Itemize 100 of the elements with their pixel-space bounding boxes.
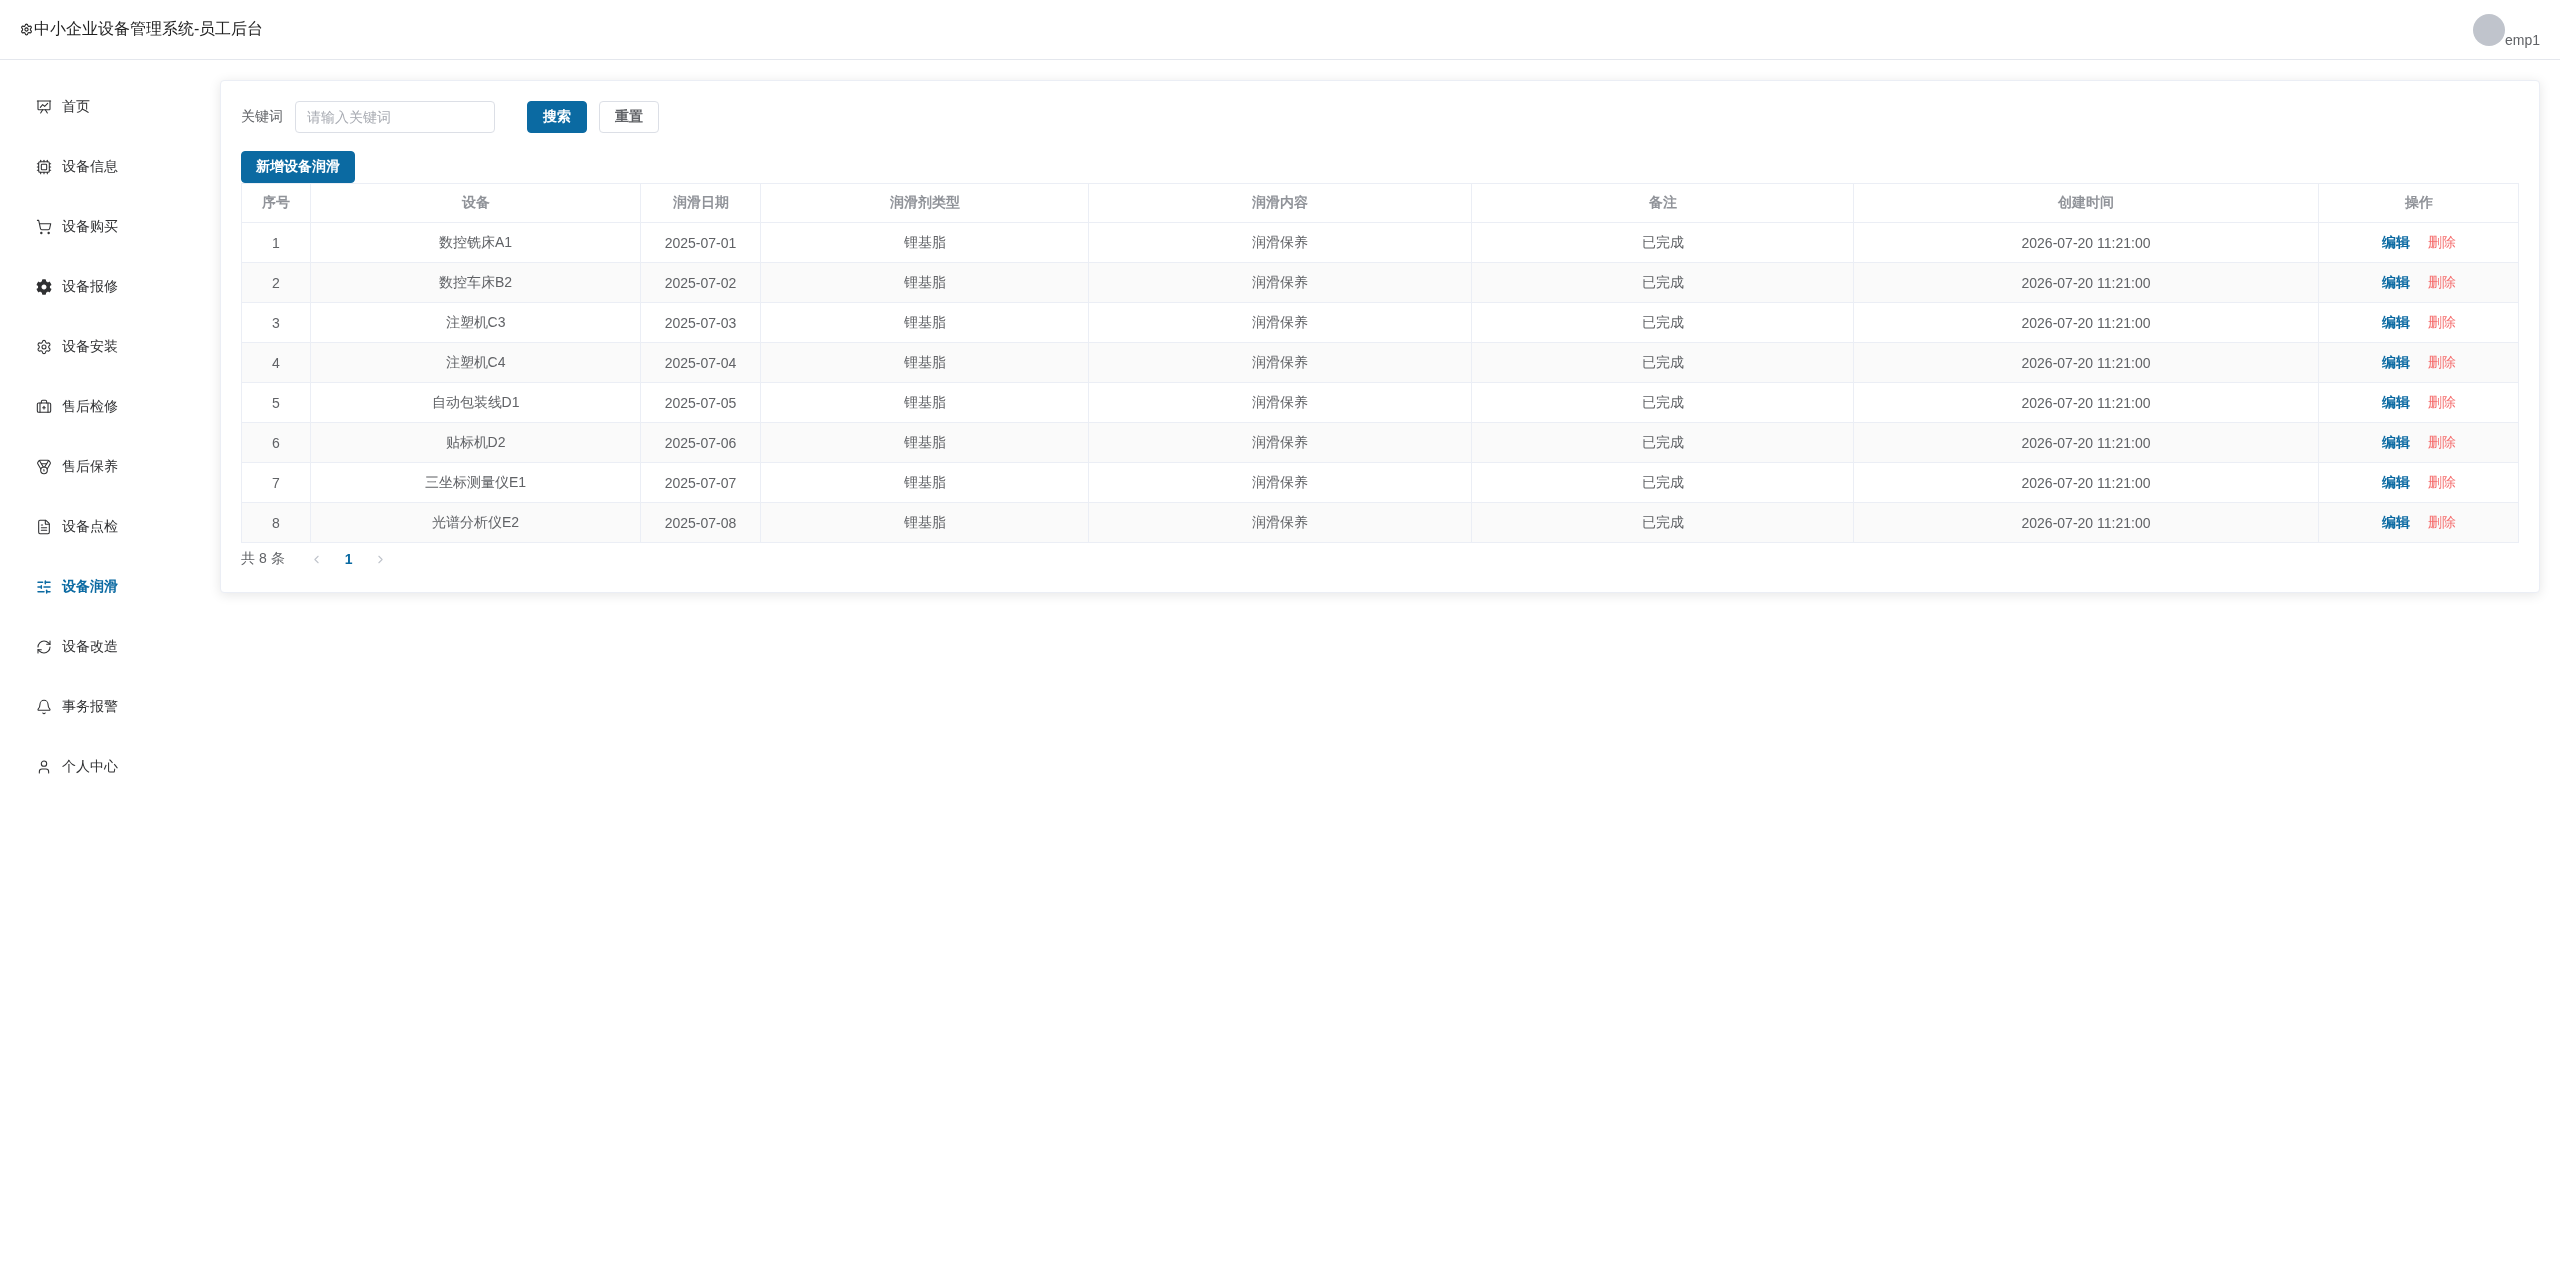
table-cell: 润滑保养 bbox=[1088, 502, 1472, 543]
table-cell: 2026-07-20 11:21:00 bbox=[1853, 302, 2319, 343]
table-cell: 数控车床B2 bbox=[310, 262, 641, 303]
sidebar-item[interactable]: 设备购买 bbox=[0, 197, 200, 257]
edit-link[interactable]: 编辑 bbox=[2381, 313, 2410, 332]
table-cell: 锂基脂 bbox=[760, 302, 1089, 343]
column-header: 操作 bbox=[2318, 183, 2519, 223]
delete-link[interactable]: 删除 bbox=[2427, 473, 2456, 492]
refresh-icon bbox=[36, 639, 52, 655]
sidebar-item[interactable]: 设备润滑 bbox=[0, 557, 200, 617]
edit-link[interactable]: 编辑 bbox=[2381, 273, 2410, 292]
app-title: 中小企业设备管理系统-员工后台 bbox=[34, 19, 264, 39]
column-header: 润滑剂类型 bbox=[760, 183, 1089, 223]
edit-link[interactable]: 编辑 bbox=[2381, 393, 2410, 412]
edit-link[interactable]: 编辑 bbox=[2381, 473, 2410, 492]
table-cell: 注塑机C3 bbox=[310, 302, 641, 343]
table-cell: 锂基脂 bbox=[760, 462, 1089, 503]
sidebar-item[interactable]: 设备信息 bbox=[0, 137, 200, 197]
table-cell: 2025-07-06 bbox=[640, 422, 761, 463]
sidebar-item[interactable]: 设备点检 bbox=[0, 497, 200, 557]
user-icon bbox=[36, 759, 52, 775]
table-cell: 6 bbox=[241, 422, 311, 463]
sidebar-item[interactable]: 设备改造 bbox=[0, 617, 200, 677]
table-cell: 2026-07-20 11:21:00 bbox=[1853, 462, 2319, 503]
table-cell: 5 bbox=[241, 382, 311, 423]
medal-icon bbox=[36, 459, 52, 475]
medical-kit-icon bbox=[36, 399, 52, 415]
column-header: 设备 bbox=[310, 183, 641, 223]
table-cell: 已完成 bbox=[1471, 502, 1854, 543]
sidebar-item[interactable]: 个人中心 bbox=[0, 737, 200, 797]
table-cell: 2026-07-20 11:21:00 bbox=[1853, 502, 2319, 543]
column-header: 备注 bbox=[1471, 183, 1854, 223]
table-cell: 已完成 bbox=[1471, 462, 1854, 503]
table-cell: 润滑保养 bbox=[1088, 342, 1472, 383]
table-cell: 润滑保养 bbox=[1088, 462, 1472, 503]
table-cell: 已完成 bbox=[1471, 302, 1854, 343]
avatar[interactable] bbox=[2472, 14, 2505, 46]
table-cell: 2 bbox=[241, 262, 311, 303]
table-cell: 1 bbox=[241, 222, 311, 263]
table-cell: 润滑保养 bbox=[1088, 222, 1472, 263]
table-cell: 润滑保养 bbox=[1088, 422, 1472, 463]
column-header: 润滑日期 bbox=[640, 183, 761, 223]
edit-link[interactable]: 编辑 bbox=[2381, 233, 2410, 252]
table-cell: 2026-07-20 11:21:00 bbox=[1853, 342, 2319, 383]
reset-button[interactable]: 重置 bbox=[599, 101, 659, 133]
table-cell: 自动包装线D1 bbox=[310, 382, 641, 423]
presentation-chart-icon bbox=[36, 99, 52, 115]
table-cell: 锂基脂 bbox=[760, 342, 1089, 383]
chip-icon bbox=[36, 159, 52, 175]
table-cell: 贴标机D2 bbox=[310, 422, 641, 463]
column-header: 序号 bbox=[241, 183, 311, 223]
table-cell: 锂基脂 bbox=[760, 502, 1089, 543]
username: emp1 bbox=[2504, 32, 2540, 48]
table-cell: 2025-07-07 bbox=[640, 462, 761, 503]
table-cell: 2025-07-02 bbox=[640, 262, 761, 303]
table-cell: 锂基脂 bbox=[760, 222, 1089, 263]
column-header: 创建时间 bbox=[1853, 183, 2319, 223]
keyword-label: 关键词 bbox=[241, 108, 283, 126]
sidebar-item[interactable]: 设备报修 bbox=[0, 257, 200, 317]
sidebar-item[interactable]: 售后保养 bbox=[0, 437, 200, 497]
gear-icon bbox=[36, 339, 52, 355]
sidebar-item[interactable]: 事务报警 bbox=[0, 677, 200, 737]
keyword-input[interactable]: 请输入关键词 bbox=[295, 101, 495, 133]
delete-link[interactable]: 删除 bbox=[2427, 313, 2456, 332]
table-cell: 已完成 bbox=[1471, 342, 1854, 383]
table-cell: 2025-07-05 bbox=[640, 382, 761, 423]
table-cell: 光谱分析仪E2 bbox=[310, 502, 641, 543]
sidebar-item[interactable]: 首页 bbox=[0, 77, 200, 137]
edit-link[interactable]: 编辑 bbox=[2381, 433, 2410, 452]
gear-icon bbox=[20, 23, 33, 36]
sidebar-item[interactable]: 设备安装 bbox=[0, 317, 200, 377]
table-cell: 2025-07-03 bbox=[640, 302, 761, 343]
table-cell: 已完成 bbox=[1471, 382, 1854, 423]
table-cell: 已完成 bbox=[1471, 222, 1854, 263]
table-cell: 润滑保养 bbox=[1088, 382, 1472, 423]
delete-link[interactable]: 删除 bbox=[2427, 393, 2456, 412]
table-cell: 2025-07-04 bbox=[640, 342, 761, 383]
table-cell: 润滑保养 bbox=[1088, 262, 1472, 303]
edit-link[interactable]: 编辑 bbox=[2381, 513, 2410, 532]
delete-link[interactable]: 删除 bbox=[2427, 233, 2456, 252]
table-cell: 已完成 bbox=[1471, 422, 1854, 463]
table-cell: 注塑机C4 bbox=[310, 342, 641, 383]
solid-gear-icon bbox=[36, 279, 52, 295]
table-cell: 2025-07-08 bbox=[640, 502, 761, 543]
table-cell: 2026-07-20 11:21:00 bbox=[1853, 422, 2319, 463]
sidebar-item[interactable]: 售后检修 bbox=[0, 377, 200, 437]
table-cell: 三坐标测量仪E1 bbox=[310, 462, 641, 503]
table-cell: 8 bbox=[241, 502, 311, 543]
edit-link[interactable]: 编辑 bbox=[2381, 353, 2410, 372]
search-button[interactable]: 搜索 bbox=[527, 101, 587, 133]
sliders-icon bbox=[36, 579, 52, 595]
table-cell: 7 bbox=[241, 462, 311, 503]
table-cell: 3 bbox=[241, 302, 311, 343]
table-cell: 2026-07-20 11:21:00 bbox=[1853, 222, 2319, 263]
table-cell: 2026-07-20 11:21:00 bbox=[1853, 262, 2319, 303]
table-cell: 锂基脂 bbox=[760, 262, 1089, 303]
cart-icon bbox=[36, 219, 52, 235]
add-button[interactable]: 新增设备润滑 bbox=[241, 151, 355, 183]
bell-icon bbox=[36, 699, 52, 715]
page-button[interactable]: 1 bbox=[332, 543, 365, 575]
